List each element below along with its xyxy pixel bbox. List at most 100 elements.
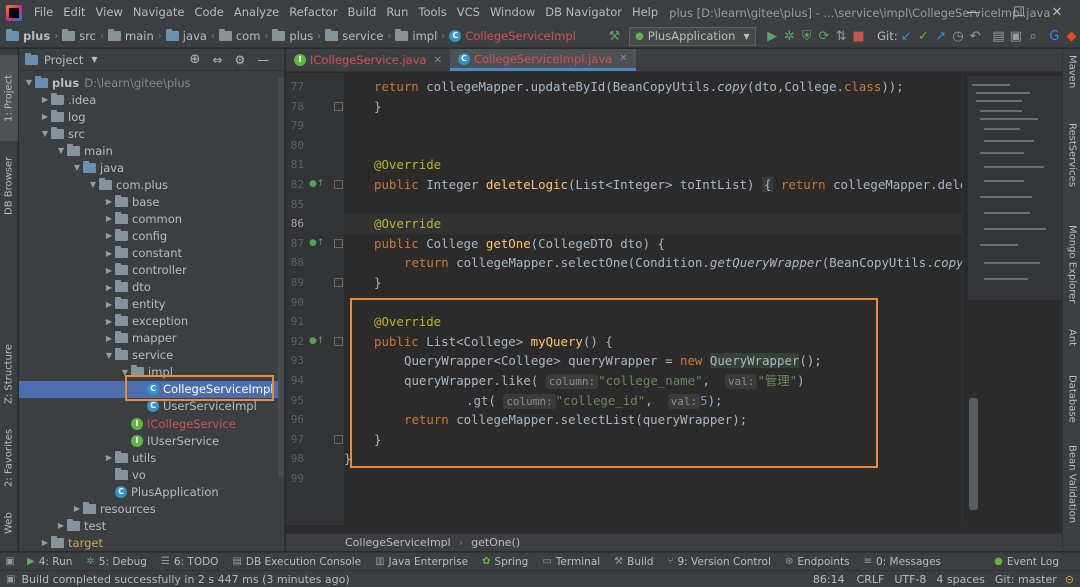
close-window-button[interactable]: ✕	[1034, 0, 1080, 25]
tree-item[interactable]: ▼ com.plus	[19, 176, 284, 193]
tool-endpoints[interactable]: ⊛ Endpoints	[778, 556, 857, 568]
collapse-arrow-icon[interactable]: ▶	[39, 538, 51, 547]
editor-scrollbar[interactable]	[969, 398, 978, 510]
run-config-select[interactable]: ● PlusApplication ▼	[629, 26, 756, 46]
menu-view[interactable]: View	[91, 0, 128, 25]
project-view-selector[interactable]: Project	[44, 53, 83, 67]
collapse-arrow-icon[interactable]: ▶	[103, 453, 115, 462]
minimize-button[interactable]: —	[950, 0, 996, 25]
tool-db-console[interactable]: ▤ DB Execution Console	[225, 556, 368, 568]
implements-marker-icon[interactable]: ●↑	[309, 238, 324, 248]
collapse-arrow-icon[interactable]: ▶	[103, 266, 115, 275]
tool-terminal[interactable]: ▭ Terminal	[535, 556, 607, 568]
close-tab-icon[interactable]: ✕	[434, 55, 442, 66]
fold-icon[interactable]	[334, 102, 343, 111]
expand-arrow-icon[interactable]: ▼	[103, 351, 115, 360]
attach-icon[interactable]: ⇅	[833, 26, 850, 46]
status-message[interactable]: Build completed successfully in 2 s 447 …	[21, 573, 349, 586]
hammer-build-icon[interactable]: ⚒	[606, 26, 623, 46]
tree-item[interactable]: I IUserService	[19, 432, 284, 449]
layout-icon[interactable]: ▣	[1007, 26, 1024, 46]
tree-item[interactable]: ▶ utils	[19, 449, 284, 466]
search-icon[interactable]: ⌕	[1024, 26, 1041, 46]
expand-arrow-icon[interactable]: ▼	[87, 180, 99, 189]
menu-code[interactable]: Code	[189, 0, 228, 25]
locate-icon[interactable]: ⊕	[190, 52, 201, 67]
fold-icon[interactable]	[334, 239, 343, 248]
crumb-src[interactable]: src	[62, 29, 96, 43]
tab-ant[interactable]: Ant	[1063, 329, 1080, 359]
tree-item[interactable]: ▶ constant	[19, 245, 284, 262]
tool-build[interactable]: ⚒ Build	[607, 556, 660, 568]
git-push-icon[interactable]: ↗	[932, 26, 949, 46]
coverage-icon[interactable]: ⛨	[798, 26, 815, 46]
menu-vcs[interactable]: VCS	[452, 0, 485, 25]
fold-icon[interactable]	[334, 180, 343, 189]
menu-db-navigator[interactable]: DB Navigator	[540, 0, 627, 25]
tool-spring[interactable]: ✿ Spring	[475, 556, 535, 568]
tool-version-control[interactable]: ⑂ 9: Version Control	[661, 556, 778, 568]
crumb-service[interactable]: service	[325, 29, 383, 43]
indent-setting[interactable]: 4 spaces	[936, 573, 985, 586]
collapse-arrow-icon[interactable]: ▶	[55, 521, 67, 530]
tab-database[interactable]: Database	[1063, 375, 1080, 435]
menu-run[interactable]: Run	[381, 0, 413, 25]
tree-item[interactable]: ▶ resources	[19, 500, 284, 517]
tab-project[interactable]: 1: Project	[0, 55, 18, 141]
tree-item[interactable]: ▶ test	[19, 517, 284, 534]
git-branch[interactable]: Git: master	[995, 573, 1057, 586]
toggle-toolwindows-icon[interactable]: ▣	[0, 556, 20, 567]
crumb-main[interactable]: main	[108, 29, 154, 43]
tool-debug[interactable]: ✲ 5: Debug	[79, 556, 153, 568]
tool-messages[interactable]: ≡ 0: Messages	[857, 556, 948, 568]
collapse-arrow-icon[interactable]: ▶	[39, 112, 51, 121]
tab-rest-services[interactable]: RestServices	[1063, 123, 1080, 209]
project-structure-icon[interactable]: ▤	[990, 26, 1007, 46]
gear-icon[interactable]: ⚙	[234, 53, 245, 67]
tree-item[interactable]: ▶ dto	[19, 279, 284, 296]
crumb-collegeserviceimpl[interactable]: C CollegeServiceImpl	[449, 29, 576, 43]
tool-todo[interactable]: ☰ 6: TODO	[154, 556, 226, 568]
menu-navigate[interactable]: Navigate	[128, 0, 190, 25]
status-toggle-icon[interactable]: ▣	[6, 574, 15, 585]
tree-item[interactable]: C PlusApplication	[19, 483, 284, 500]
expand-arrow-icon[interactable]: ▼	[23, 78, 35, 87]
project-scrollbar[interactable]	[278, 77, 284, 477]
expand-arrow-icon[interactable]: ▼	[39, 129, 51, 138]
fold-icon[interactable]	[334, 337, 343, 346]
menu-build[interactable]: Build	[342, 0, 381, 25]
tab-collegeserviceimpl[interactable]: C CollegeServiceImpl.java ✕	[449, 49, 636, 71]
chevron-down-icon[interactable]: ▼	[91, 55, 97, 64]
tree-item[interactable]: ▶ exception	[19, 313, 284, 330]
collapse-arrow-icon[interactable]: ▶	[103, 300, 115, 309]
tab-favorites[interactable]: 2: Favorites	[0, 421, 18, 495]
fold-icon[interactable]	[334, 435, 343, 444]
tree-item[interactable]: ▼ main	[19, 142, 284, 159]
collapse-arrow-icon[interactable]: ▶	[71, 504, 83, 513]
implements-marker-icon[interactable]: ●↑	[309, 336, 324, 346]
tool-run[interactable]: ▶ 4: Run	[20, 556, 79, 568]
tree-item[interactable]: ▼ service	[19, 347, 284, 364]
tool-java-enterprise[interactable]: ▥ Java Enterprise	[368, 556, 475, 568]
tree-item[interactable]: vo	[19, 466, 284, 483]
crumb-method[interactable]: getOne()	[471, 536, 520, 549]
lock-icon[interactable]: ⊝	[1065, 573, 1074, 586]
editor-gutter[interactable]: 77 78 79 80 81 82 85 86 87 88 89 90 91 9…	[286, 73, 344, 525]
menu-window[interactable]: Window	[485, 0, 540, 25]
tree-item[interactable]: ▶ entity	[19, 296, 284, 313]
collapse-arrow-icon[interactable]: ▶	[103, 283, 115, 292]
menu-refactor[interactable]: Refactor	[284, 0, 342, 25]
close-tab-icon[interactable]: ✕	[619, 53, 627, 64]
tree-item[interactable]: ▼ java	[19, 159, 284, 176]
collapse-arrow-icon[interactable]: ▶	[103, 214, 115, 223]
crumb-com[interactable]: com	[218, 29, 260, 43]
caret-position[interactable]: 86:14	[813, 573, 845, 586]
stop-icon[interactable]: ■	[850, 26, 867, 46]
collapse-arrow-icon[interactable]: ▶	[103, 249, 115, 258]
menu-tools[interactable]: Tools	[413, 0, 451, 25]
expand-arrow-icon[interactable]: ▼	[55, 146, 67, 155]
tool-event-log[interactable]: ● Event Log	[987, 556, 1066, 568]
hide-icon[interactable]: —	[257, 53, 269, 67]
tree-item[interactable]: ▼ plus D:\learn\gitee\plus	[19, 74, 284, 91]
tab-bean-validation[interactable]: Bean Validation	[1063, 445, 1080, 545]
